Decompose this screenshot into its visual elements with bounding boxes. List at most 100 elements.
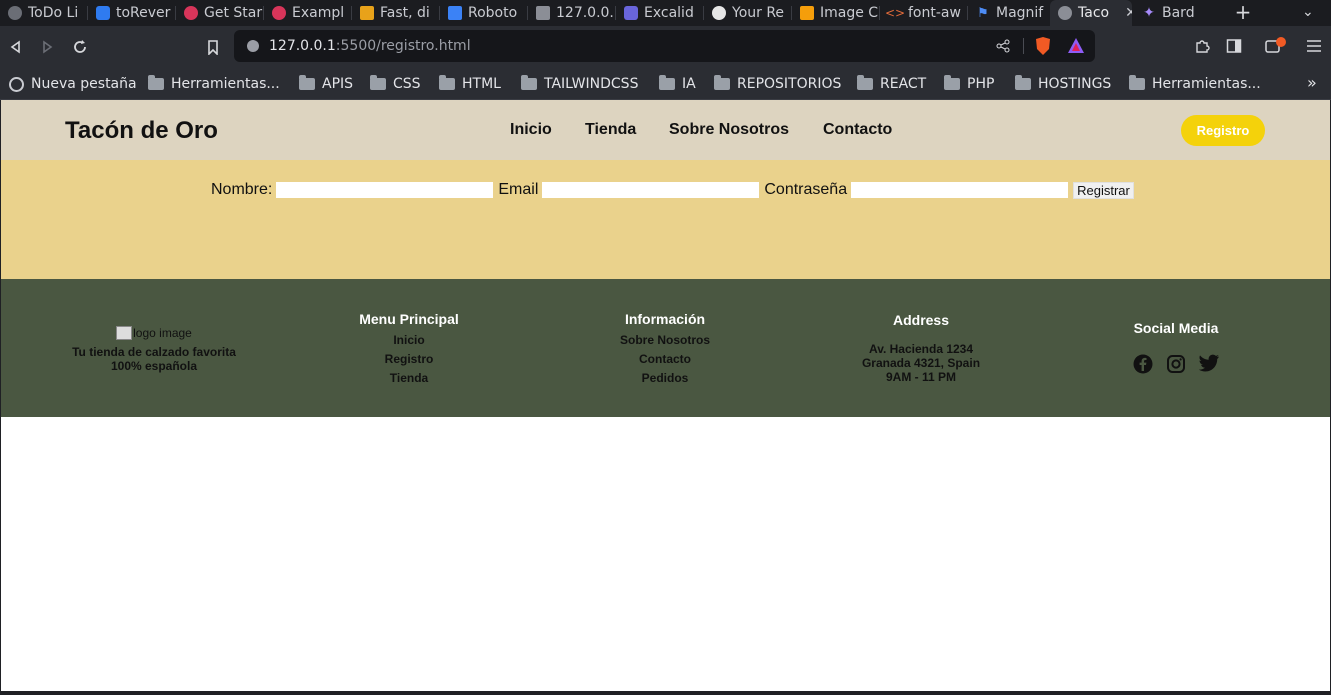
name-input[interactable]	[276, 182, 494, 198]
tab-label: 127.0.0.	[556, 5, 614, 21]
address-text[interactable]: 127.0.0.1:5500/registro.html	[269, 38, 471, 54]
code-icon: <>	[884, 6, 906, 20]
site-footer: logo image Tu tienda de calzado favorita…	[1, 279, 1330, 417]
nav-link-tienda[interactable]: Tienda	[585, 121, 636, 139]
tab-torever[interactable]: toRever	[88, 0, 176, 26]
nav-link-sobre-nosotros[interactable]: Sobre Nosotros	[669, 121, 789, 139]
brave-rewards-icon[interactable]	[1067, 37, 1085, 54]
excalidraw-icon	[624, 6, 638, 20]
bookmark-label: Herramientas...	[1152, 76, 1261, 92]
tab-example[interactable]: Exampl	[264, 0, 352, 26]
footer-link-pedidos[interactable]: Pedidos	[595, 369, 735, 388]
nav-link-inicio[interactable]: Inicio	[510, 121, 552, 139]
tab-label: Magnif	[996, 5, 1044, 21]
site-info-icon[interactable]	[247, 40, 259, 52]
globe-icon	[8, 6, 22, 20]
bookmark-new-tab[interactable]: Nueva pestaña	[9, 72, 137, 96]
tab-image[interactable]: Image C	[792, 0, 880, 26]
reload-button[interactable]	[69, 36, 91, 58]
qwik-icon	[184, 6, 198, 20]
bookmarks-overflow-icon[interactable]: »	[1307, 73, 1317, 92]
bookmark-folder-apis[interactable]: APIS	[299, 72, 353, 96]
bookmark-folder-css[interactable]: CSS	[370, 72, 421, 96]
password-label: Contraseña	[764, 181, 848, 198]
bookmark-folder-ia[interactable]: IA	[659, 72, 696, 96]
bookmark-folder-react[interactable]: REACT	[857, 72, 926, 96]
register-button[interactable]: Registro	[1181, 115, 1265, 146]
tab-localhost[interactable]: 127.0.0.	[528, 0, 616, 26]
close-tab-icon[interactable]: ✕	[1125, 5, 1132, 21]
bookmark-label: HOSTINGS	[1038, 76, 1112, 92]
tab-label: ToDo Li	[28, 5, 79, 21]
folder-icon	[1015, 75, 1031, 90]
footer-link-registro[interactable]: Registro	[339, 350, 479, 369]
tab-todo[interactable]: ToDo Li	[0, 0, 88, 26]
nav-link-contacto[interactable]: Contacto	[823, 121, 892, 139]
bookmark-label: HTML	[462, 76, 501, 92]
footer-address-column: Address Av. Hacienda 1234 Granada 4321, …	[841, 312, 1001, 384]
twitter-icon[interactable]	[1198, 354, 1220, 372]
bookmark-page-button[interactable]	[202, 36, 224, 58]
tab-list-chevron-icon[interactable]: ⌄	[1302, 4, 1314, 20]
registration-section: Nombre: Email Contraseña Registrar	[1, 160, 1330, 279]
logo-image: logo image	[116, 326, 192, 340]
back-button[interactable]	[5, 36, 27, 58]
github-icon	[712, 6, 726, 20]
tab-label: Taco	[1078, 5, 1110, 21]
tab-fast[interactable]: Fast, di	[352, 0, 440, 26]
logo-alt-text: logo image	[133, 326, 192, 340]
footer-social-title: Social Media	[1133, 320, 1219, 336]
tab-label: Your Re	[732, 5, 785, 21]
footer-tagline: Tu tienda de calzado favorita	[72, 345, 236, 359]
footer-link-sobre-nosotros[interactable]: Sobre Nosotros	[595, 331, 735, 350]
tab-excalidraw[interactable]: Excalid	[616, 0, 704, 26]
tab-github[interactable]: Your Re	[704, 0, 792, 26]
sidebar-icon[interactable]	[1226, 38, 1242, 54]
footer-brand-column: logo image Tu tienda de calzado favorita…	[54, 326, 254, 373]
footer-link-tienda[interactable]: Tienda	[339, 369, 479, 388]
footer-link-inicio[interactable]: Inicio	[339, 331, 479, 350]
tab-bard[interactable]: ✦ Bard	[1134, 0, 1224, 26]
bookmark-folder-herramientas-2[interactable]: Herramientas...	[1129, 72, 1261, 96]
footer-menu-title: Menu Principal	[359, 311, 459, 327]
password-input[interactable]	[851, 182, 1069, 198]
tab-get-started[interactable]: Get Star	[176, 0, 264, 26]
folder-icon	[857, 75, 873, 90]
bookmark-folder-repositorios[interactable]: REPOSITORIOS	[714, 72, 841, 96]
flag-icon: ⚑	[977, 5, 989, 21]
folder-icon	[944, 75, 960, 90]
folder-icon	[370, 75, 386, 90]
facebook-icon[interactable]	[1133, 354, 1153, 374]
tab-tacon-active[interactable]: Taco ✕	[1050, 0, 1132, 26]
forward-button[interactable]	[36, 36, 58, 58]
bookmark-label: Nueva pestaña	[31, 76, 137, 92]
tab-font-awesome[interactable]: <> font-aw	[880, 0, 968, 26]
instagram-icon[interactable]	[1166, 354, 1186, 374]
tab-label: Bard	[1162, 5, 1195, 21]
bookmark-folder-html[interactable]: HTML	[439, 72, 501, 96]
wallet-icon[interactable]	[1264, 36, 1288, 56]
share-icon[interactable]	[996, 39, 1010, 53]
tab-magnific[interactable]: ⚑ Magnif	[968, 0, 1050, 26]
bookmark-label: REACT	[880, 76, 927, 92]
extensions-icon[interactable]	[1194, 38, 1210, 54]
email-input[interactable]	[542, 182, 760, 198]
bookmarks-bar: Nueva pestaña Herramientas... APIS CSS H…	[0, 68, 1331, 100]
bookmark-folder-php[interactable]: PHP	[944, 72, 994, 96]
folder-icon	[1129, 75, 1145, 90]
new-tab-button[interactable]: +	[1232, 2, 1254, 24]
footer-info-title: Información	[624, 311, 706, 327]
bookmark-label: APIS	[322, 76, 354, 92]
submit-register-button[interactable]: Registrar	[1073, 181, 1134, 199]
bookmark-folder-tailwindcss[interactable]: TAILWINDCSS	[521, 72, 638, 96]
footer-link-contacto[interactable]: Contacto	[595, 350, 735, 369]
menu-icon[interactable]	[1306, 39, 1322, 53]
bookmark-label: IA	[682, 76, 696, 92]
bookmark-folder-herramientas-1[interactable]: Herramientas...	[148, 72, 280, 96]
tab-roboto[interactable]: Roboto	[440, 0, 528, 26]
site-brand[interactable]: Tacón de Oro	[65, 117, 218, 145]
brave-shield-icon[interactable]	[1034, 36, 1052, 56]
bookmark-folder-hostings[interactable]: HOSTINGS	[1015, 72, 1111, 96]
jira-icon	[96, 6, 110, 20]
address-bar[interactable]: 127.0.0.1:5500/registro.html	[234, 30, 1095, 62]
